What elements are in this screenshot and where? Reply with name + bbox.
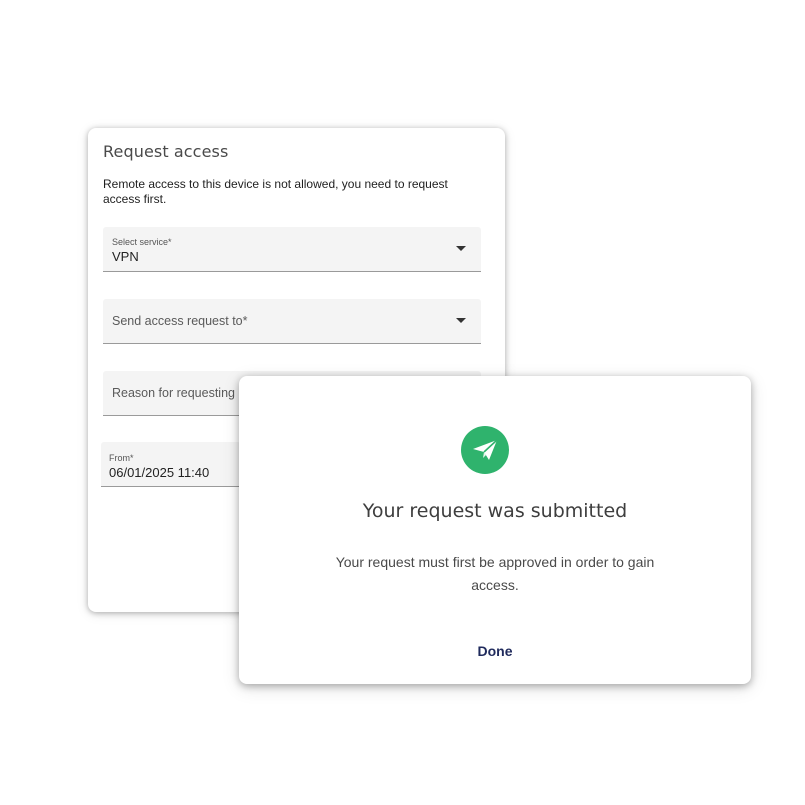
dropdown-arrow-icon[interactable]: [456, 246, 466, 251]
service-select[interactable]: Select service* VPN: [103, 227, 481, 272]
request-submitted-dialog: Your request was submitted Your request …: [239, 376, 751, 684]
reason-input-placeholder: Reason for requesting: [112, 386, 235, 400]
dropdown-arrow-icon[interactable]: [456, 318, 466, 323]
screen: Request access Remote access to this dev…: [0, 0, 805, 805]
from-date-value: 06/01/2025 11:40: [109, 465, 210, 480]
recipient-select[interactable]: Send access request to*: [103, 299, 481, 344]
dialog-description: Remote access to this device is not allo…: [103, 177, 448, 206]
confirmation-title: Your request was submitted: [362, 500, 628, 522]
from-date-label: From*: [109, 453, 134, 463]
done-button[interactable]: Done: [455, 636, 535, 666]
service-select-value: VPN: [112, 249, 139, 264]
confirmation-message: Your request must first be approved in o…: [335, 554, 655, 593]
service-select-label: Select service*: [112, 237, 172, 247]
dialog-title: Request access: [103, 142, 229, 161]
paper-plane-icon: [461, 426, 509, 474]
paper-plane-glyph: [473, 439, 498, 460]
recipient-select-placeholder: Send access request to*: [112, 314, 248, 328]
from-date-field[interactable]: From* 06/01/2025 11:40: [101, 442, 241, 487]
